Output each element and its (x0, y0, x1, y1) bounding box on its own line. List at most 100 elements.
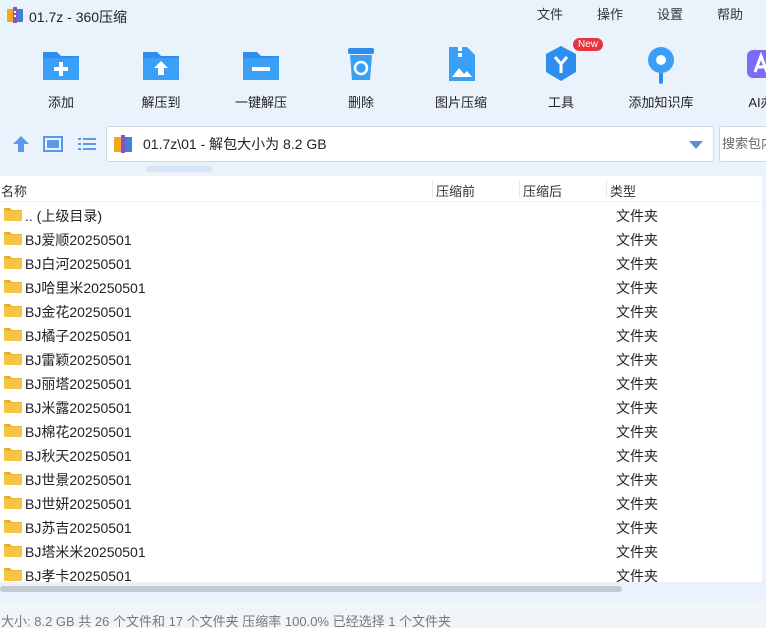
file-type: 文件夹 (616, 472, 658, 488)
column-type[interactable]: 类型 (610, 181, 636, 200)
folder-icon (4, 328, 22, 341)
knowledge-base-icon (648, 47, 674, 84)
extract-to-button[interactable]: 解压到 (116, 36, 206, 116)
extract-to-label: 解压到 (141, 95, 181, 110)
file-name: BJ白河20250501 (25, 256, 132, 272)
folder-icon (4, 568, 22, 581)
file-type: 文件夹 (616, 400, 658, 416)
delete-button[interactable]: 删除 (316, 36, 406, 116)
list-item[interactable]: BJ雷颖20250501 文件夹 (0, 346, 762, 370)
one-click-extract-button[interactable]: 一键解压 (216, 36, 306, 116)
add-knowledge-base-button[interactable]: 添加知识库 (616, 36, 706, 116)
list-rows: .. (上级目录) 文件夹 BJ爱顺20250501 文件夹 BJ白河20250501 文… (0, 202, 762, 582)
file-name: BJ世妍20250501 (25, 496, 132, 512)
image-compress-button[interactable]: 图片压缩 (416, 36, 506, 116)
image-compress-icon (449, 47, 475, 81)
column-separator[interactable] (519, 180, 520, 198)
file-type: 文件夹 (616, 280, 658, 296)
file-type: 文件夹 (616, 256, 658, 272)
file-name: BJ米露20250501 (25, 400, 132, 416)
file-type: 文件夹 (616, 304, 658, 320)
folder-icon (4, 448, 22, 461)
menu-operation[interactable]: 操作 (597, 4, 623, 23)
list-item[interactable]: BJ哈里米20250501 文件夹 (0, 274, 762, 298)
folder-icon (4, 256, 22, 269)
one-click-extract-icon (243, 52, 279, 80)
list-header: 名称 压缩前 压缩后 类型 (0, 176, 762, 202)
file-type: 文件夹 (616, 448, 658, 464)
menu-settings[interactable]: 设置 (657, 4, 683, 23)
file-list: 名称 压缩前 压缩后 类型 .. (上级目录) 文件夹 BJ爱顺20250501 文件… (0, 176, 762, 582)
menu-help[interactable]: 帮助 (717, 4, 743, 23)
folder-icon (4, 424, 22, 437)
title-bar: 01.7z - 360压缩 文件 操作 设置 帮助 (0, 0, 766, 30)
horizontal-scrollbar[interactable] (0, 586, 622, 592)
file-type: 文件夹 (616, 568, 658, 582)
file-type: 文件夹 (616, 424, 658, 440)
thumbnail-view-icon[interactable] (42, 134, 64, 154)
folder-icon (4, 544, 22, 557)
folder-icon (4, 232, 22, 245)
file-name: BJ棉花20250501 (25, 424, 132, 440)
tools-button[interactable]: New 工具 (516, 36, 606, 116)
list-item[interactable]: BJ橘子20250501 文件夹 (0, 322, 762, 346)
folder-icon (4, 280, 22, 293)
folder-icon (4, 304, 22, 317)
ai-label: AI办 (748, 95, 766, 110)
add-knowledge-base-label: 添加知识库 (628, 95, 694, 110)
list-item[interactable]: BJ丽塔20250501 文件夹 (0, 370, 762, 394)
file-name: BJ孝卡20250501 (25, 568, 132, 582)
column-separator[interactable] (606, 180, 607, 198)
file-name: BJ橘子20250501 (25, 328, 132, 344)
list-item[interactable]: BJ塔米米20250501 文件夹 (0, 538, 762, 562)
menu-file[interactable]: 文件 (537, 4, 563, 23)
status-text: 大小: 8.2 GB 共 26 个文件和 17 个文件夹 压缩率 100.0% … (1, 614, 452, 628)
list-item[interactable]: BJ棉花20250501 文件夹 (0, 418, 762, 442)
ai-icon (747, 50, 766, 78)
chevron-down-icon[interactable] (689, 141, 703, 149)
list-item[interactable]: BJ孝卡20250501 文件夹 (0, 562, 762, 582)
list-view-icon[interactable] (76, 134, 98, 154)
search-input[interactable]: 搜索包内 (719, 126, 766, 162)
file-type: 文件夹 (616, 544, 658, 560)
list-item[interactable]: BJ世景20250501 文件夹 (0, 466, 762, 490)
extract-to-icon (143, 52, 179, 80)
delete-label: 删除 (347, 95, 374, 110)
add-label: 添加 (47, 95, 74, 110)
list-item[interactable]: BJ苏吉20250501 文件夹 (0, 514, 762, 538)
column-after-size[interactable]: 压缩后 (523, 181, 562, 200)
file-type: 文件夹 (616, 208, 658, 224)
new-badge: New (572, 38, 603, 51)
address-scrollbar[interactable] (146, 166, 212, 172)
address-bar[interactable]: 01.7z\01 - 解包大小为 8.2 GB (106, 126, 714, 162)
one-click-extract-label: 一键解压 (234, 95, 287, 110)
file-type: 文件夹 (616, 352, 658, 368)
add-folder-icon (43, 52, 79, 80)
folder-icon (4, 472, 22, 485)
list-item[interactable]: BJ爱顺20250501 文件夹 (0, 226, 762, 250)
address-path: 01.7z\01 - 解包大小为 8.2 GB (143, 136, 327, 152)
add-button[interactable]: 添加 (16, 36, 106, 116)
ai-button[interactable]: AI办 (716, 36, 766, 116)
file-name: BJ雷颖20250501 (25, 352, 132, 368)
column-separator[interactable] (432, 180, 433, 198)
folder-icon (4, 496, 22, 509)
list-item[interactable]: BJ白河20250501 文件夹 (0, 250, 762, 274)
column-name[interactable]: 名称 (1, 181, 27, 200)
file-name: BJ哈里米20250501 (25, 280, 146, 296)
list-item[interactable]: BJ金花20250501 文件夹 (0, 298, 762, 322)
list-item[interactable]: BJ世妍20250501 文件夹 (0, 490, 762, 514)
trash-icon (348, 48, 374, 80)
column-before-size[interactable]: 压缩前 (436, 181, 475, 200)
tools-label: 工具 (547, 95, 574, 110)
file-type: 文件夹 (616, 520, 658, 536)
list-item[interactable]: BJ秋天20250501 文件夹 (0, 442, 762, 466)
file-type: 文件夹 (616, 376, 658, 392)
file-name: BJ爱顺20250501 (25, 232, 132, 248)
list-item[interactable]: .. (上级目录) 文件夹 (0, 202, 762, 226)
folder-icon (4, 376, 22, 389)
up-arrow-icon[interactable] (10, 134, 32, 154)
folder-icon (4, 352, 22, 365)
list-item[interactable]: BJ米露20250501 文件夹 (0, 394, 762, 418)
app-archive-icon (7, 7, 23, 23)
